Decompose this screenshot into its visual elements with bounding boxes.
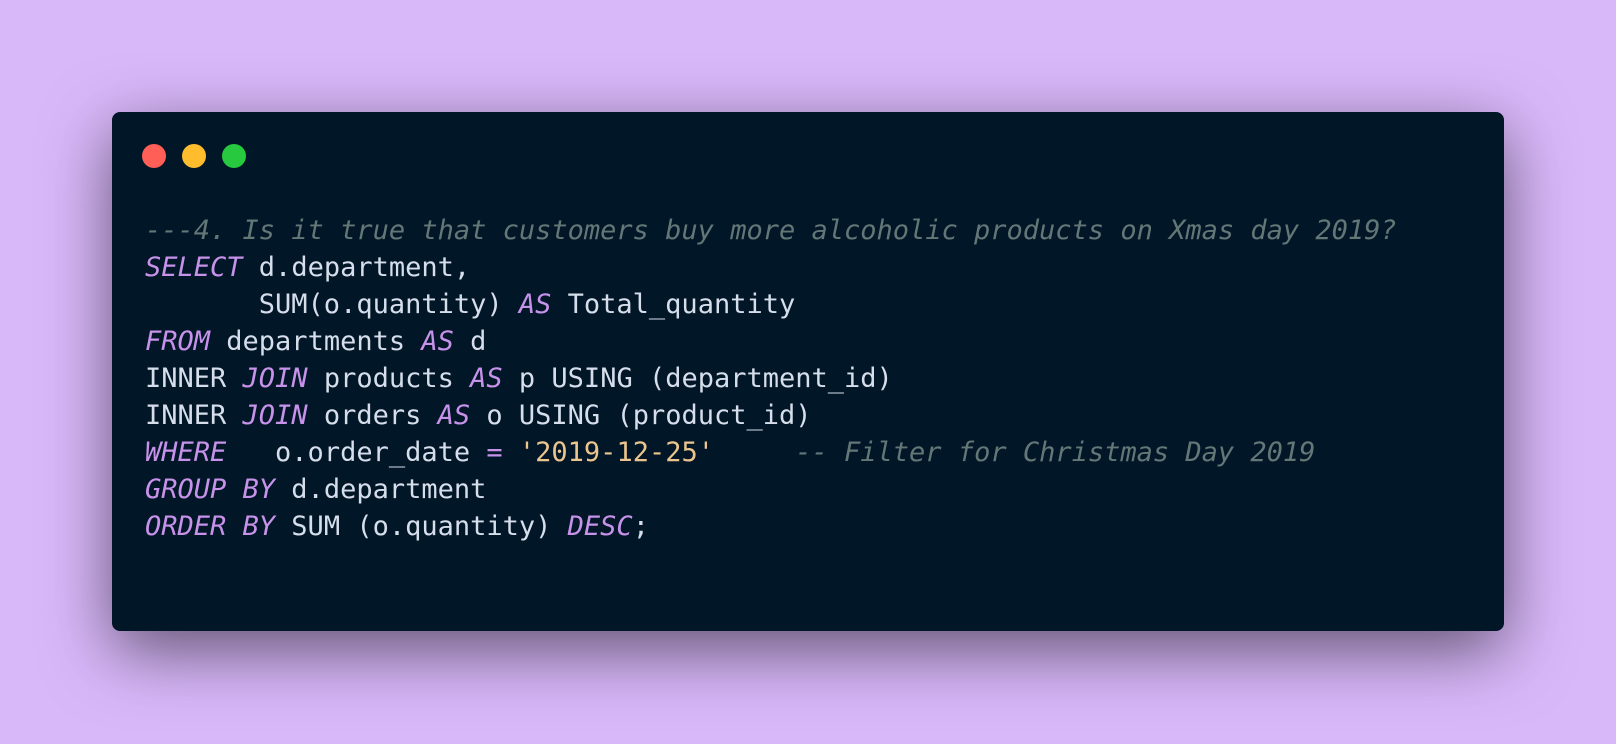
- code-token: '2019-12-25': [518, 437, 714, 468]
- zoom-dot-icon[interactable]: [222, 144, 246, 168]
- code-token: =: [486, 437, 503, 468]
- code-token: o.order_date: [226, 437, 487, 468]
- code-token: AS: [518, 289, 552, 320]
- code-token: JOIN: [242, 400, 308, 431]
- code-token: AS: [421, 326, 454, 357]
- code-block: ---4. Is it true that customers buy more…: [145, 212, 1397, 545]
- code-token: d.department: [275, 474, 487, 505]
- code-token: SUM (o.quantity): [275, 511, 568, 542]
- code-token: d.department,: [242, 252, 471, 283]
- code-token: departments: [210, 326, 422, 357]
- code-token: p USING (department_id): [502, 363, 893, 394]
- code-token: ORDER BY: [145, 511, 276, 542]
- code-token: Total_quantity: [551, 289, 796, 320]
- code-token: ---4. Is it true that customers buy more…: [145, 215, 1397, 246]
- code-line: GROUP BY d.department: [145, 471, 1397, 508]
- code-token: INNER: [145, 400, 243, 431]
- code-line: ORDER BY SUM (o.quantity) DESC;: [145, 508, 1397, 545]
- minimize-dot-icon[interactable]: [182, 144, 206, 168]
- code-token: JOIN: [242, 363, 308, 394]
- code-line: SUM(o.quantity) AS Total_quantity: [145, 286, 1397, 323]
- code-token: products: [307, 363, 471, 394]
- code-token: ;: [632, 511, 649, 542]
- code-window: ---4. Is it true that customers buy more…: [112, 112, 1504, 631]
- code-token: GROUP BY: [145, 474, 276, 505]
- code-token: -- Filter for Christmas Day 2019: [795, 437, 1316, 468]
- code-token: SELECT: [145, 252, 243, 283]
- code-line: FROM departments AS d: [145, 323, 1397, 360]
- code-token: FROM: [145, 326, 211, 357]
- code-token: AS: [470, 363, 503, 394]
- code-token: orders: [307, 400, 438, 431]
- code-line: INNER JOIN products AS p USING (departme…: [145, 360, 1397, 397]
- code-line: WHERE o.order_date = '2019-12-25' -- Fil…: [145, 434, 1397, 471]
- code-token: WHERE: [145, 437, 227, 468]
- code-token: INNER: [145, 363, 243, 394]
- code-token: d: [453, 326, 487, 357]
- code-token: o USING (product_id): [470, 400, 812, 431]
- code-line: ---4. Is it true that customers buy more…: [145, 212, 1397, 249]
- code-line: INNER JOIN orders AS o USING (product_id…: [145, 397, 1397, 434]
- code-token: DESC: [567, 511, 633, 542]
- close-dot-icon[interactable]: [142, 144, 166, 168]
- code-line: SELECT d.department,: [145, 249, 1397, 286]
- code-token: AS: [437, 400, 471, 431]
- code-token: SUM(o.quantity): [145, 289, 519, 320]
